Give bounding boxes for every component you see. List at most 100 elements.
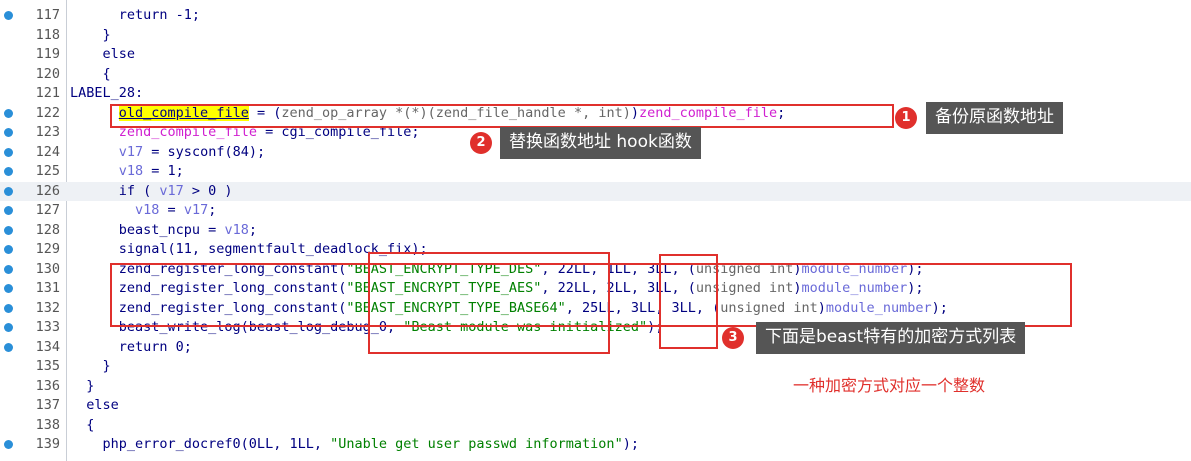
breakpoint-dot-icon[interactable] <box>4 167 13 176</box>
line-number: 137 <box>35 397 60 413</box>
code-text[interactable]: php_error_docref0(0LL, 1LL, "Unable get … <box>70 435 639 454</box>
code-token: } <box>70 358 111 374</box>
breakpoint-dot-icon[interactable] <box>4 323 13 332</box>
code-token: v18 <box>224 221 249 238</box>
code-token: ; <box>208 202 217 218</box>
line-number: 135 <box>35 358 60 374</box>
breakpoint-dot-icon[interactable] <box>4 186 13 196</box>
line-number: 129 <box>35 241 60 257</box>
annotation-note: 一种加密方式对应一个整数 <box>793 376 986 395</box>
code-line[interactable]: 118 } <box>0 26 1191 45</box>
code-line[interactable]: 121 LABEL_28: <box>0 84 1191 103</box>
line-number: 119 <box>35 46 60 62</box>
code-token: } <box>70 26 111 43</box>
line-number: 127 <box>35 202 60 218</box>
line-number: 133 <box>35 319 60 335</box>
code-text[interactable]: } <box>70 377 94 396</box>
line-number: 138 <box>35 416 60 433</box>
code-line[interactable]: 139 php_error_docref0(0LL, 1LL, "Unable … <box>0 435 1191 454</box>
code-token: ; <box>248 221 257 238</box>
code-editor: 117 return -1; 118 } 119 else 120 {121 LABEL… <box>0 0 1191 461</box>
line-number: 117 <box>35 7 60 23</box>
code-text[interactable]: else <box>70 45 136 64</box>
code-line[interactable]: 126 if ( v17 > 0 ) <box>0 181 1191 201</box>
line-number: 132 <box>35 299 60 316</box>
code-line[interactable]: 128 beast_ncpu = v18; <box>0 221 1191 240</box>
annotation-badge-2: 2 <box>470 132 492 154</box>
breakpoint-dot-icon[interactable] <box>4 245 13 254</box>
breakpoint-dot-icon[interactable] <box>4 128 13 137</box>
annotation-badge-1: 1 <box>895 107 917 129</box>
code-token: = sysconf(84); <box>143 143 266 160</box>
code-token: v17 <box>118 143 144 160</box>
code-text[interactable]: beast_ncpu = v18; <box>70 221 257 240</box>
code-text[interactable]: v18 = v17; <box>70 201 216 220</box>
code-token: { <box>70 416 95 433</box>
code-line[interactable]: 117 return -1; <box>0 6 1191 25</box>
code-line[interactable]: 137 else <box>0 396 1191 415</box>
code-token: return 0; <box>70 338 192 355</box>
breakpoint-dot-icon[interactable] <box>4 206 13 215</box>
breakpoint-dot-icon[interactable] <box>4 108 13 118</box>
code-line[interactable]: 138 { <box>0 416 1191 435</box>
line-number: 136 <box>35 377 60 394</box>
line-number: 123 <box>35 124 60 140</box>
code-line[interactable]: 136 } <box>0 377 1191 396</box>
line-number: 125 <box>35 163 60 179</box>
breakpoint-dot-icon[interactable] <box>4 440 13 449</box>
code-line[interactable]: 120 { <box>0 65 1191 84</box>
code-text[interactable]: else <box>70 396 119 415</box>
line-number: 122 <box>35 104 60 121</box>
code-token: else <box>70 397 119 413</box>
code-text[interactable]: return 0; <box>70 338 192 357</box>
breakpoint-dot-icon[interactable] <box>4 225 13 235</box>
code-text[interactable]: } <box>70 357 111 376</box>
line-number: 131 <box>35 280 60 296</box>
breakpoint-dot-icon[interactable] <box>4 11 13 20</box>
code-text[interactable]: if ( v17 > 0 ) <box>70 182 233 201</box>
code-line[interactable]: 119 else <box>0 45 1191 64</box>
breakpoint-dot-icon[interactable] <box>4 284 13 293</box>
line-number: 130 <box>35 260 60 277</box>
breakpoint-dot-icon[interactable] <box>4 147 13 157</box>
breakpoint-dot-icon[interactable] <box>4 342 13 352</box>
code-line[interactable]: 125 v18 = 1; <box>0 162 1191 181</box>
code-token: if ( <box>70 182 160 199</box>
code-token: } <box>70 377 95 394</box>
code-text[interactable]: v18 = 1; <box>70 162 184 181</box>
code-token: LABEL_28: <box>70 85 144 101</box>
code-token: v18 <box>135 202 160 218</box>
annotation-badge-3: 3 <box>722 327 744 349</box>
code-line[interactable]: 127 v18 = v17; <box>0 201 1191 220</box>
line-number: 124 <box>35 143 60 160</box>
code-token: v18 <box>118 163 144 179</box>
code-text[interactable]: LABEL_28: <box>70 84 143 103</box>
code-token: { <box>70 65 111 82</box>
code-text[interactable]: return -1; <box>70 6 200 25</box>
line-number: 121 <box>35 85 60 101</box>
annotation-tooltip-3: 下面是beast特有的加密方式列表 <box>756 322 1026 354</box>
line-number: 120 <box>35 65 60 82</box>
annotation-tooltip-2: 替换函数地址 hook函数 <box>500 127 701 159</box>
line-number: 134 <box>35 338 60 355</box>
code-text[interactable]: v17 = sysconf(84); <box>70 143 265 162</box>
line-number: 126 <box>35 182 60 199</box>
code-text[interactable]: { <box>70 65 111 84</box>
code-token: else <box>70 46 136 62</box>
breakpoint-dot-icon[interactable] <box>4 264 13 274</box>
code-token: v17 <box>183 202 209 218</box>
code-line[interactable]: 135 } <box>0 357 1191 376</box>
line-number: 128 <box>35 221 60 238</box>
breakpoint-dot-icon[interactable] <box>4 303 13 313</box>
code-text[interactable]: { <box>70 416 94 435</box>
code-token: "Unable get user passwd information" <box>330 436 623 452</box>
code-token: > 0 ) <box>183 182 233 199</box>
code-text[interactable]: } <box>70 26 111 45</box>
code-token: php_error_docref0(0LL, 1LL, <box>70 436 331 452</box>
code-token: beast_ncpu = <box>70 221 225 238</box>
highlight-box-type-strings <box>368 252 610 354</box>
code-token: return -1; <box>70 7 201 23</box>
